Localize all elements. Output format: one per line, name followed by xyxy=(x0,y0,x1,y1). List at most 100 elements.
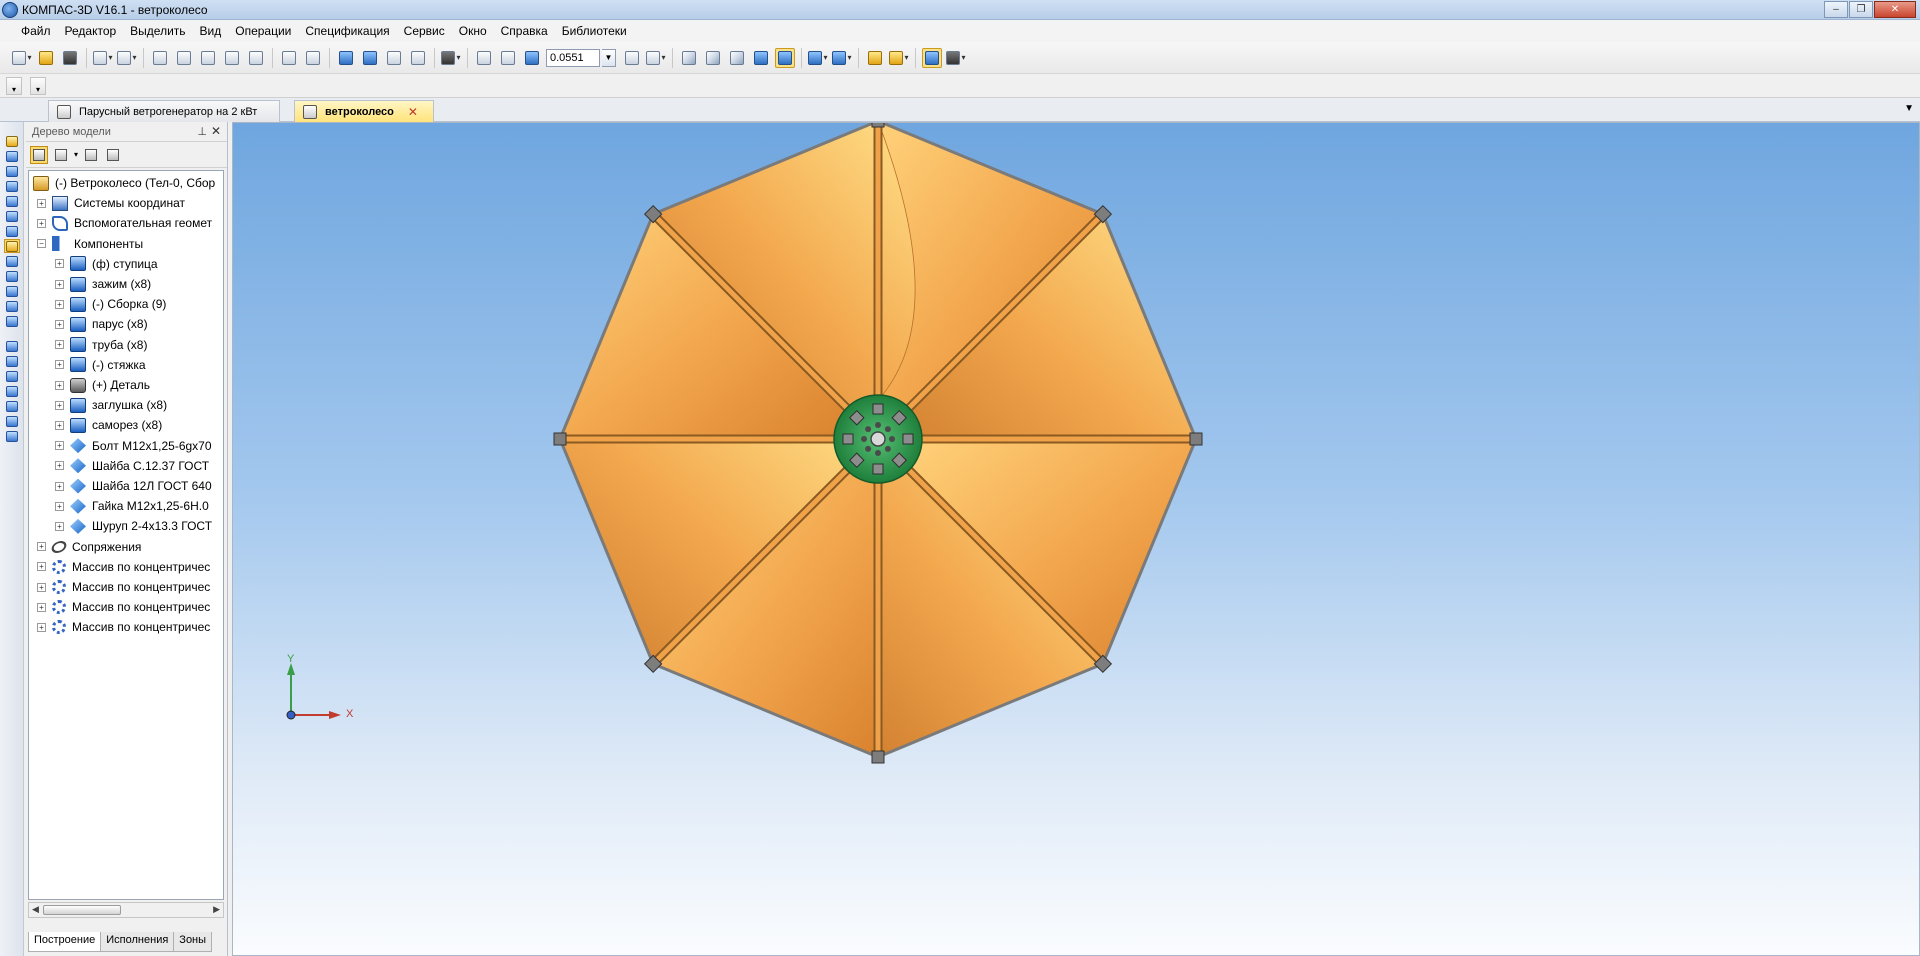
model-tree-toggle-button[interactable] xyxy=(922,47,942,68)
paste-button[interactable] xyxy=(198,48,218,68)
expand-icon[interactable]: + xyxy=(55,521,64,531)
format-painter-button[interactable] xyxy=(222,48,242,68)
menu-view[interactable]: Вид xyxy=(193,20,229,42)
surfaces-icon[interactable] xyxy=(4,179,20,193)
expand-icon[interactable]: + xyxy=(55,481,64,491)
tree-item[interactable]: + Гайка М12х1,25-6Н.0 xyxy=(55,496,209,516)
tab-build[interactable]: Построение xyxy=(28,932,102,952)
expand-icon[interactable]: + xyxy=(55,299,64,309)
copy-button[interactable] xyxy=(174,48,194,68)
component-library-icon[interactable] xyxy=(4,384,20,398)
tree-item[interactable]: + Шайба 12Л ГОСТ 640 xyxy=(55,476,212,496)
tree-horizontal-scrollbar[interactable]: ◀ ▶ xyxy=(28,902,224,918)
undo-button[interactable] xyxy=(279,48,299,68)
crossing-icon[interactable] xyxy=(4,414,20,428)
tree-item[interactable]: + Болт М12х1,25-6gх70 xyxy=(55,436,212,456)
expand-icon[interactable]: + xyxy=(55,340,64,350)
shaded-button[interactable] xyxy=(751,48,771,68)
plane-icon[interactable] xyxy=(4,354,20,368)
scroll-thumb[interactable] xyxy=(43,905,121,915)
zoom-dropdown-button[interactable]: ▼ xyxy=(602,48,616,67)
preview-button[interactable]: ▾ xyxy=(117,48,137,68)
thin-lines-button[interactable] xyxy=(727,48,747,68)
measure-diagnostics-icon[interactable] xyxy=(3,239,20,253)
menu-operations[interactable]: Операции xyxy=(228,20,298,42)
add-component-icon[interactable] xyxy=(4,149,20,163)
tree-item[interactable]: + Массив по концентричес xyxy=(37,597,210,617)
toolbar-handle-1[interactable]: ▾ xyxy=(6,76,22,95)
tree-item[interactable]: + Шайба С.12.37 ГОСТ xyxy=(55,456,209,476)
print-button[interactable]: ▾ xyxy=(93,48,113,68)
redo-button[interactable] xyxy=(303,48,323,68)
maximize-button[interactable]: ❐ xyxy=(1849,1,1873,18)
tree-item[interactable]: + саморез (х8) xyxy=(55,415,162,435)
tree-item[interactable]: + (+) Деталь xyxy=(55,375,150,395)
tree-item[interactable]: + заглушка (х8) xyxy=(55,395,167,415)
expand-icon[interactable]: + xyxy=(55,279,64,289)
tab-variants[interactable]: Исполнения xyxy=(100,932,175,952)
wind-wheel-assembly[interactable] xyxy=(553,123,1203,764)
menu-window[interactable]: Окно xyxy=(452,20,494,42)
expand-icon[interactable]: + xyxy=(55,319,64,329)
tree-item[interactable]: + парус (х8) xyxy=(55,314,148,334)
scroll-right-icon[interactable]: ▶ xyxy=(213,904,220,915)
wireframe-button[interactable] xyxy=(679,48,699,68)
tree-item[interactable]: + (-) стяжка xyxy=(55,355,146,375)
tabs-dropdown-icon[interactable]: ▼ xyxy=(1904,103,1914,114)
tree-item[interactable]: + Шуруп 2-4х13.3 ГОСТ xyxy=(55,516,212,536)
expand-icon[interactable]: + xyxy=(37,218,46,228)
cut-button[interactable] xyxy=(150,48,170,68)
minimize-button[interactable]: – xyxy=(1824,1,1848,18)
perspective-button[interactable] xyxy=(865,48,885,68)
orientation-button[interactable]: ▾ xyxy=(646,48,666,68)
zoom-window-button[interactable] xyxy=(474,48,494,68)
expand-icon[interactable]: + xyxy=(55,259,64,269)
close-window-button[interactable]: ✕ xyxy=(1874,1,1916,18)
tree-item[interactable]: + Системы координат xyxy=(37,193,185,213)
tree-item[interactable]: + зажим (х8) xyxy=(55,274,151,294)
section-button[interactable]: ▾ xyxy=(889,48,909,68)
view-mode-dropdown-icon[interactable]: ▾ xyxy=(74,150,78,159)
menu-file[interactable]: Файл xyxy=(14,20,58,42)
new-document-button[interactable]: ▾ xyxy=(12,48,32,68)
curves-icon[interactable] xyxy=(4,164,20,178)
tree-item[interactable]: + (ф) ступица xyxy=(55,254,158,274)
tree-item[interactable]: + Массив по концентричес xyxy=(37,617,210,637)
properties-panel-button[interactable]: ▾ xyxy=(946,48,966,68)
manager-button[interactable] xyxy=(336,48,356,68)
properties-button[interactable] xyxy=(246,48,266,68)
help-pointer-button[interactable]: ▾ xyxy=(441,48,461,68)
pin-icon[interactable]: ⊥ xyxy=(197,125,207,138)
menu-select[interactable]: Выделить xyxy=(123,20,192,42)
scroll-left-icon[interactable]: ◀ xyxy=(32,904,39,915)
expand-icon[interactable]: + xyxy=(37,622,46,632)
tab-wind-generator[interactable]: Парусный ветрогенератор на 2 кВт xyxy=(48,100,280,122)
expand-icon[interactable]: + xyxy=(37,602,46,612)
filters-icon[interactable] xyxy=(4,254,20,268)
show-relations-button[interactable] xyxy=(104,146,122,164)
sketch-icon[interactable] xyxy=(4,339,20,353)
collapse-icon[interactable]: − xyxy=(37,239,46,249)
zoom-level-input[interactable]: 0.0551 xyxy=(546,48,600,67)
tree-item[interactable]: + Вспомогательная геомет xyxy=(37,213,212,233)
variables-button[interactable] xyxy=(384,48,404,68)
menu-specification[interactable]: Спецификация xyxy=(298,20,396,42)
tab-wind-wheel[interactable]: ветроколесо ✕ xyxy=(294,100,434,122)
model-viewport[interactable]: Y X xyxy=(232,122,1920,956)
expand-icon[interactable]: + xyxy=(37,562,46,572)
expand-icon[interactable]: + xyxy=(55,360,64,370)
sheet-metal-icon[interactable] xyxy=(4,314,20,328)
tree-item[interactable]: + (-) Сборка (9) xyxy=(55,294,166,314)
tab-zones[interactable]: Зоны xyxy=(173,932,213,952)
tree-item[interactable]: + труба (х8) xyxy=(55,335,147,355)
menu-help[interactable]: Справка xyxy=(494,20,555,42)
mates-icon[interactable] xyxy=(4,224,20,238)
zoom-in-button[interactable] xyxy=(522,48,542,68)
settings-icon[interactable] xyxy=(4,429,20,443)
snap-button[interactable]: ▾ xyxy=(832,48,852,68)
elements-icon[interactable] xyxy=(4,299,20,313)
rotate-button[interactable] xyxy=(622,48,642,68)
reports-icon[interactable] xyxy=(4,284,20,298)
tree-item[interactable]: + Массив по концентричес xyxy=(37,577,210,597)
close-tab-icon[interactable]: ✕ xyxy=(408,105,418,119)
